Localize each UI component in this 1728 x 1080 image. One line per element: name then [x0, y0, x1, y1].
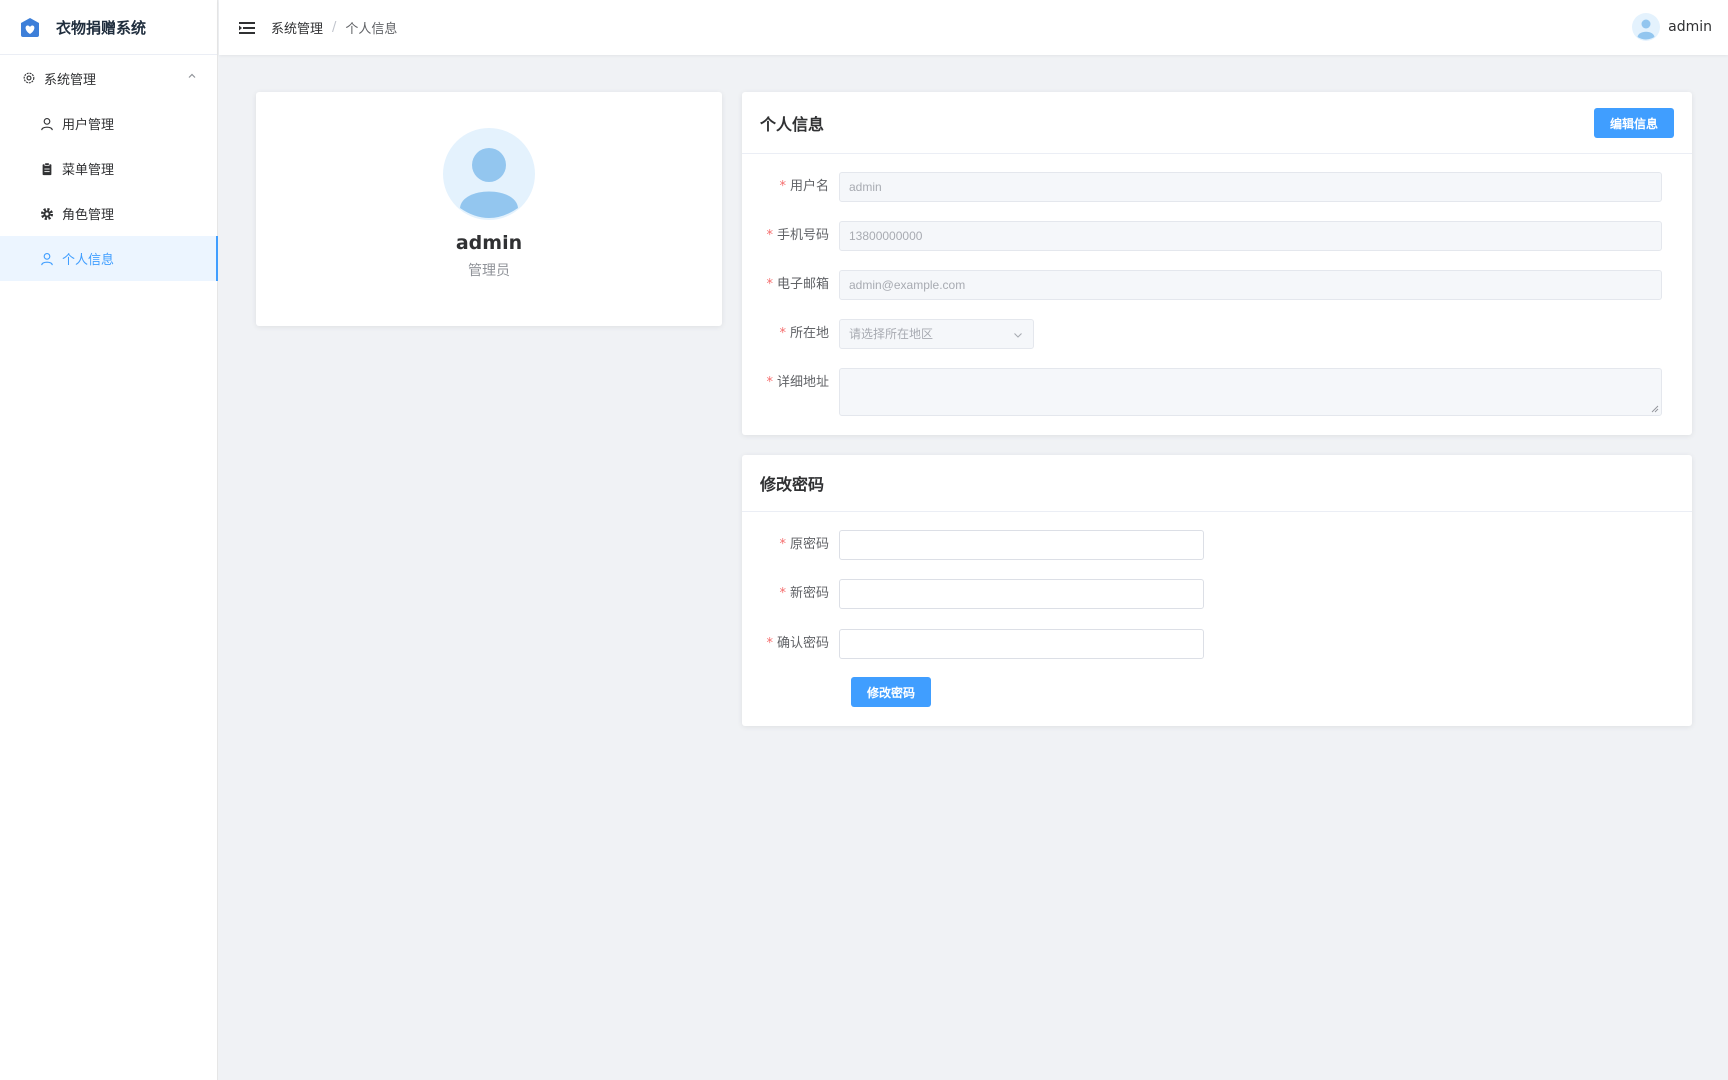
form-row-email: * 电子邮箱 admin@example.com: [742, 270, 1662, 300]
new-password-label: * 新密码: [742, 579, 839, 609]
label-text: 新密码: [789, 586, 829, 601]
hamburger-icon[interactable]: [239, 21, 255, 35]
gear-solid-icon: [40, 207, 54, 220]
edit-info-button[interactable]: 编辑信息: [1594, 108, 1674, 138]
username-field[interactable]: admin: [839, 172, 1662, 202]
top-header: 系统管理 / 个人信息 admin: [219, 0, 1728, 55]
profile-name: admin: [455, 232, 523, 254]
form-row-username: * 用户名 admin: [742, 172, 1662, 202]
sidebar-item-roles[interactable]: 角色管理: [0, 191, 217, 236]
form-row-old-password: * 原密码: [742, 530, 1204, 560]
info-card-header: 个人信息 编辑信息: [742, 92, 1692, 154]
password-card-header: 修改密码: [742, 455, 1692, 512]
form-row-region: * 所在地 请选择所在地区: [742, 319, 1034, 349]
sidebar-item-label: 个人信息: [62, 253, 115, 268]
confirm-password-label: * 确认密码: [742, 629, 839, 659]
user-dropdown[interactable]: admin: [1632, 13, 1712, 41]
required-mark: *: [766, 277, 773, 292]
required-mark: *: [779, 179, 786, 194]
username-label: * 用户名: [742, 172, 839, 202]
label-text: 所在地: [789, 326, 829, 341]
profile-card: admin 管理员: [256, 92, 722, 326]
sidebar-item-label: 菜单管理: [62, 163, 115, 178]
phone-label: * 手机号码: [742, 221, 839, 251]
logo-icon: [21, 18, 39, 37]
sidebar-item-profile[interactable]: 个人信息: [0, 236, 218, 281]
avatar: [1632, 13, 1661, 41]
required-mark: *: [766, 375, 773, 390]
info-card: 个人信息 编辑信息 * 用户名 admin * 手机号码 13800000000 *…: [742, 92, 1692, 435]
confirm-password-field[interactable]: [839, 629, 1204, 659]
menu-group-system[interactable]: 系统管理: [0, 55, 217, 101]
breadcrumb: 系统管理 / 个人信息: [271, 18, 397, 37]
clipboard-icon: [42, 162, 52, 175]
label-text: 确认密码: [776, 636, 829, 651]
sidebar-item-label: 用户管理: [62, 118, 115, 133]
phone-field[interactable]: 13800000000: [839, 221, 1662, 251]
resize-grip-icon[interactable]: [1651, 405, 1659, 413]
form-row-phone: * 手机号码 13800000000: [742, 221, 1662, 251]
region-placeholder: 请选择所在地区: [849, 327, 934, 341]
app-title: 衣物捐赠系统: [56, 18, 147, 37]
email-label: * 电子邮箱: [742, 270, 839, 300]
sidebar: 衣物捐赠系统 系统管理 用户管理 菜单管理 角色管理 个人信息: [0, 0, 218, 1080]
new-password-field[interactable]: [839, 579, 1204, 609]
sidebar-item-users[interactable]: 用户管理: [0, 101, 217, 146]
form-row-confirm-password: * 确认密码: [742, 629, 1204, 659]
menu-group-label: 系统管理: [44, 72, 97, 88]
label-text: 用户名: [789, 179, 829, 194]
required-mark: *: [779, 586, 786, 601]
required-mark: *: [766, 228, 773, 243]
old-password-label: * 原密码: [742, 530, 839, 560]
header-username: admin: [1668, 19, 1712, 35]
label-text: 详细地址: [776, 375, 829, 390]
breadcrumb-item-system[interactable]: 系统管理: [271, 18, 323, 37]
profile-avatar: [443, 128, 535, 220]
required-mark: *: [779, 326, 786, 341]
region-label: * 所在地: [742, 319, 839, 349]
chevron-down-icon: [1014, 333, 1022, 338]
old-password-field[interactable]: [839, 530, 1204, 560]
logo-bar: 衣物捐赠系统: [0, 0, 217, 55]
label-text: 电子邮箱: [776, 277, 829, 292]
user-icon: [41, 117, 53, 130]
form-row-new-password: * 新密码: [742, 579, 1204, 609]
address-textarea[interactable]: [839, 368, 1662, 416]
user-icon: [41, 252, 53, 265]
email-field[interactable]: admin@example.com: [839, 270, 1662, 300]
region-select[interactable]: 请选择所在地区: [839, 319, 1034, 349]
info-card-title: 个人信息: [760, 114, 825, 134]
address-label: * 详细地址: [742, 368, 839, 416]
profile-role: 管理员: [468, 263, 510, 279]
settings-icon: [23, 72, 35, 84]
chevron-up-icon: [188, 73, 196, 78]
label-text: 手机号码: [776, 228, 829, 243]
breadcrumb-item-profile: 个人信息: [345, 22, 398, 37]
form-row-address: * 详细地址: [742, 368, 1662, 416]
breadcrumb-separator: /: [332, 20, 337, 35]
required-mark: *: [766, 636, 773, 651]
sidebar-item-label: 角色管理: [62, 208, 115, 223]
required-mark: *: [779, 537, 786, 552]
sidebar-item-menus[interactable]: 菜单管理: [0, 146, 217, 191]
change-password-button[interactable]: 修改密码: [851, 677, 931, 707]
password-card-title: 修改密码: [760, 475, 825, 494]
label-text: 原密码: [789, 537, 829, 552]
